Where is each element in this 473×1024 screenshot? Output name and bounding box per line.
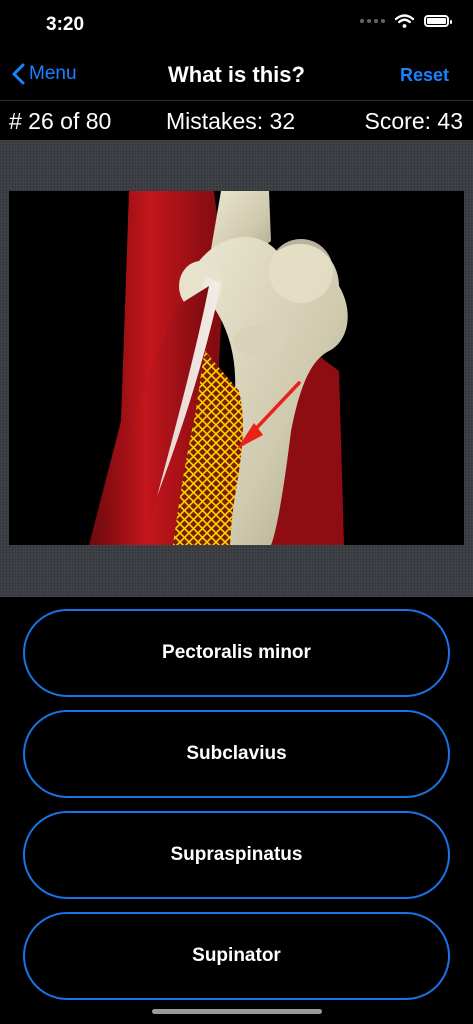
- image-panel: [0, 140, 473, 597]
- wifi-icon: [395, 14, 414, 28]
- score-count: Score: 43: [364, 108, 463, 134]
- answer-button-3[interactable]: Supraspinatus: [23, 811, 450, 899]
- battery-icon: [424, 15, 452, 27]
- answer-button-2[interactable]: Subclavius: [23, 710, 450, 798]
- status-icons: [360, 14, 452, 28]
- mistakes-count: Mistakes: 32: [166, 108, 296, 134]
- status-bar: 3:20: [0, 0, 473, 50]
- question-progress: # 26 of 80: [9, 108, 112, 134]
- anatomy-image: [9, 191, 464, 545]
- reset-button[interactable]: Reset: [400, 65, 449, 86]
- status-time: 3:20: [46, 14, 85, 35]
- stats-bar: # 26 of 80 Mistakes: 32 Score: 43: [0, 100, 473, 140]
- answer-list: Pectoralis minor Subclavius Supraspinatu…: [0, 597, 473, 1024]
- home-indicator[interactable]: [152, 1009, 322, 1014]
- cellular-signal-icon: [360, 19, 385, 23]
- answer-button-4[interactable]: Supinator: [23, 912, 450, 1000]
- answer-button-1[interactable]: Pectoralis minor: [23, 609, 450, 697]
- nav-bar: Menu What is this? Reset: [0, 50, 473, 100]
